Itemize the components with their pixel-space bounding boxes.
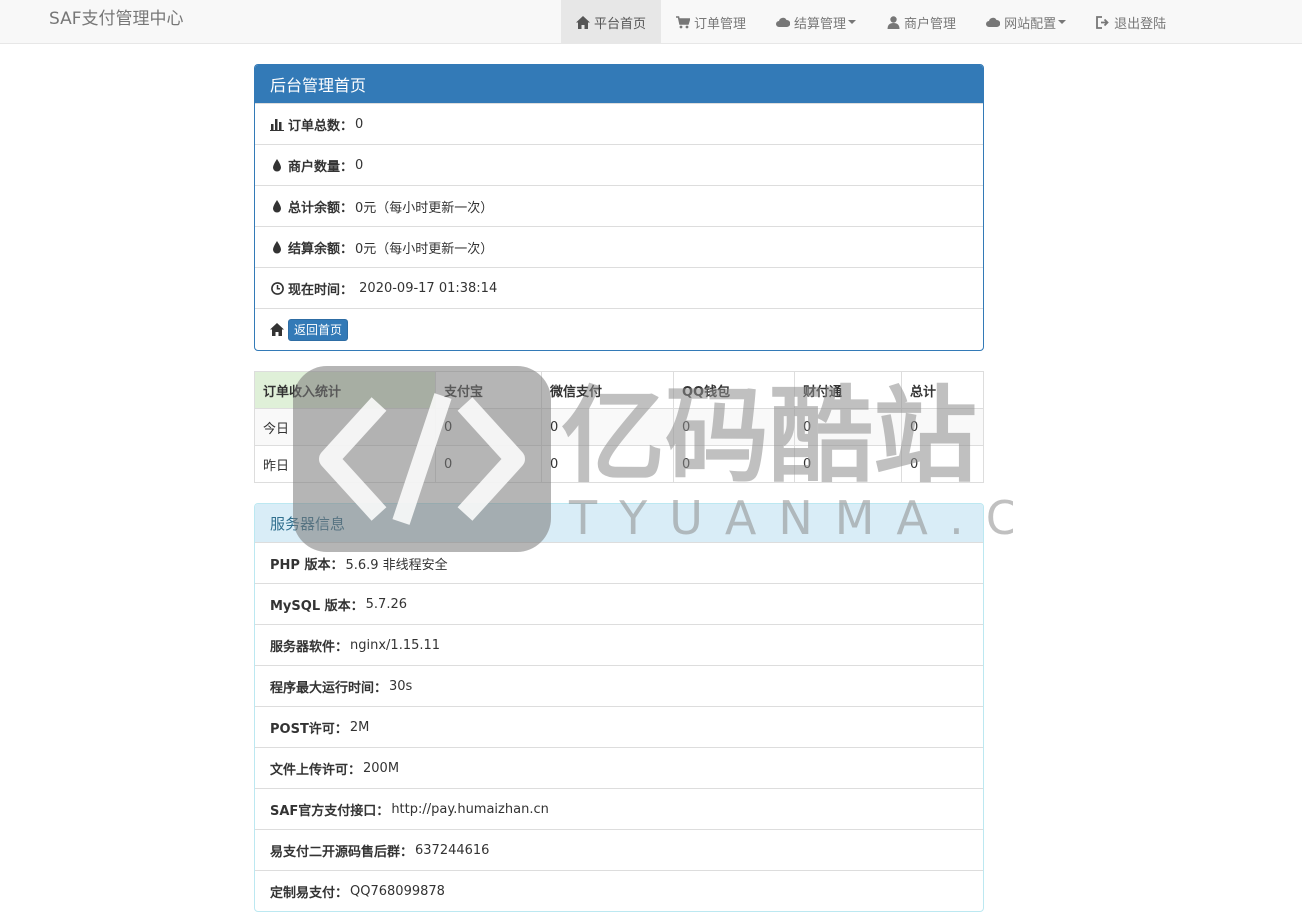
list-item-current-time: 现在时间： 2020-09-17 01:38:14 xyxy=(255,267,983,308)
table-cell: 0 xyxy=(541,445,674,483)
table-cell: 0 xyxy=(794,445,902,483)
list-item-settlement-balance: 结算余额： 0元（每小时更新一次） xyxy=(255,226,983,267)
table-cell: 0 xyxy=(435,445,542,483)
table-cell: 0 xyxy=(673,445,795,483)
nav-item-label: 结算管理 xyxy=(794,16,847,32)
server-info-panel: 服务器信息 PHP 版本： 5.6.9 非线程安全 MySQL 版本： 5.7.… xyxy=(254,503,984,912)
tint-icon xyxy=(270,199,284,213)
bar-chart-icon xyxy=(270,117,284,131)
column-header: 订单收入统计 xyxy=(254,371,436,409)
nav-item-site-config[interactable]: 网站配置 xyxy=(971,0,1081,44)
row-value: 2M xyxy=(349,719,370,735)
row-label: MySQL 版本： xyxy=(270,598,364,614)
table-cell: 0 xyxy=(901,445,984,483)
caret-down-icon xyxy=(848,20,857,24)
table-cell: 昨日 xyxy=(254,445,436,483)
list-item: 服务器软件： nginx/1.15.11 xyxy=(255,624,983,665)
row-value: 2020-09-17 01:38:14 xyxy=(355,280,498,296)
cloud-icon xyxy=(776,15,791,29)
row-value: 0元（每小时更新一次） xyxy=(355,200,494,216)
nav-item-logout[interactable]: 退出登陆 xyxy=(1081,0,1181,44)
table-cell: 今日 xyxy=(254,408,436,446)
table-row: 今日 0 0 0 0 0 xyxy=(254,408,984,446)
nav-item-home[interactable]: 平台首页 xyxy=(561,0,662,44)
home-icon xyxy=(270,323,284,337)
list-item: 定制易支付： QQ768099878 xyxy=(255,870,983,911)
logout-icon xyxy=(1096,15,1110,29)
column-header: 总计 xyxy=(901,371,984,409)
user-icon xyxy=(886,15,900,29)
row-value: 30s xyxy=(389,678,413,694)
column-header: 财付通 xyxy=(794,371,902,409)
row-label: 订单总数： xyxy=(288,118,354,134)
back-home-button[interactable]: 返回首页 xyxy=(288,318,349,341)
row-label: PHP 版本： xyxy=(270,557,344,573)
overview-panel: 后台管理首页 订单总数： 0 商户数量： 0 总计余额： 0元（每小时更新一次）… xyxy=(254,64,984,351)
nav-item-label: 退出登陆 xyxy=(1114,16,1167,32)
row-value: 637244616 xyxy=(415,842,490,858)
brand-title[interactable]: SAF支付管理中心 xyxy=(49,8,184,30)
table-header-row: 订单收入统计 支付宝 微信支付 QQ钱包 财付通 总计 xyxy=(254,371,984,409)
nav-item-settlement[interactable]: 结算管理 xyxy=(761,0,871,44)
cloud-icon xyxy=(986,15,1001,29)
column-header: 支付宝 xyxy=(435,371,542,409)
list-item: MySQL 版本： 5.7.26 xyxy=(255,583,983,624)
row-value: 200M xyxy=(363,760,400,776)
list-item: POST许可： 2M xyxy=(255,706,983,747)
row-label: 现在时间： xyxy=(288,282,354,298)
nav-item-label: 订单管理 xyxy=(694,16,747,32)
row-value: 5.7.26 xyxy=(365,596,407,612)
tint-icon xyxy=(270,240,284,254)
panel-title: 服务器信息 xyxy=(255,504,983,542)
list-item-merchant-count: 商户数量： 0 xyxy=(255,144,983,185)
list-item: PHP 版本： 5.6.9 非线程安全 xyxy=(255,542,983,583)
nav-item-orders[interactable]: 订单管理 xyxy=(661,0,761,44)
nav-item-label: 网站配置 xyxy=(1004,16,1057,32)
list-item-home-link: 返回首页 xyxy=(255,308,983,350)
list-item: 易支付二开源码售后群： 637244616 xyxy=(255,829,983,870)
row-value: nginx/1.15.11 xyxy=(350,637,441,653)
row-value: 0 xyxy=(355,116,364,132)
row-label: 总计余额： xyxy=(288,200,354,216)
row-label: 程序最大运行时间： xyxy=(270,680,388,696)
row-value: http://pay.humaizhan.cn xyxy=(391,801,549,817)
list-item: 程序最大运行时间： 30s xyxy=(255,665,983,706)
table-row: 昨日 0 0 0 0 0 xyxy=(254,445,984,483)
main-nav: 平台首页 订单管理 结算管理 商户管理 网站配置 退出登陆 xyxy=(561,0,1181,44)
nav-item-label: 商户管理 xyxy=(904,16,957,32)
list-item: 文件上传许可： 200M xyxy=(255,747,983,788)
row-label: 易支付二开源码售后群： xyxy=(270,844,414,860)
table-cell: 0 xyxy=(673,408,795,446)
clock-icon xyxy=(270,281,284,295)
nav-item-merchants[interactable]: 商户管理 xyxy=(871,0,971,44)
row-label: 结算余额： xyxy=(288,241,354,257)
tint-icon xyxy=(270,158,284,172)
list-item: SAF官方支付接口： http://pay.humaizhan.cn xyxy=(255,788,983,829)
table-cell: 0 xyxy=(901,408,984,446)
panel-title: 后台管理首页 xyxy=(255,65,983,103)
row-label: 定制易支付： xyxy=(270,885,349,901)
cart-icon xyxy=(676,15,691,29)
nav-item-label: 平台首页 xyxy=(594,16,647,32)
top-navbar: SAF支付管理中心 平台首页 订单管理 结算管理 商户管理 网站配置 退出登陆 xyxy=(0,0,1302,44)
row-label: SAF官方支付接口： xyxy=(270,803,390,819)
row-value: 5.6.9 非线程安全 xyxy=(345,557,448,573)
column-header: 微信支付 xyxy=(541,371,674,409)
list-item-order-count: 订单总数： 0 xyxy=(255,103,983,144)
caret-down-icon xyxy=(1058,20,1067,24)
list-item-total-balance: 总计余额： 0元（每小时更新一次） xyxy=(255,185,983,226)
table-cell: 0 xyxy=(794,408,902,446)
row-value: QQ768099878 xyxy=(350,883,445,899)
row-label: 服务器软件： xyxy=(270,639,349,655)
row-label: 文件上传许可： xyxy=(270,762,362,778)
row-label: 商户数量： xyxy=(288,159,354,175)
row-value: 0 xyxy=(355,157,364,173)
column-header: QQ钱包 xyxy=(673,371,795,409)
row-label: POST许可： xyxy=(270,721,348,737)
table-cell: 0 xyxy=(435,408,542,446)
income-stats-table: 订单收入统计 支付宝 微信支付 QQ钱包 财付通 总计 今日 0 0 0 0 0… xyxy=(254,371,984,483)
table-cell: 0 xyxy=(541,408,674,446)
home-icon xyxy=(576,15,590,29)
row-value: 0元（每小时更新一次） xyxy=(355,241,494,257)
